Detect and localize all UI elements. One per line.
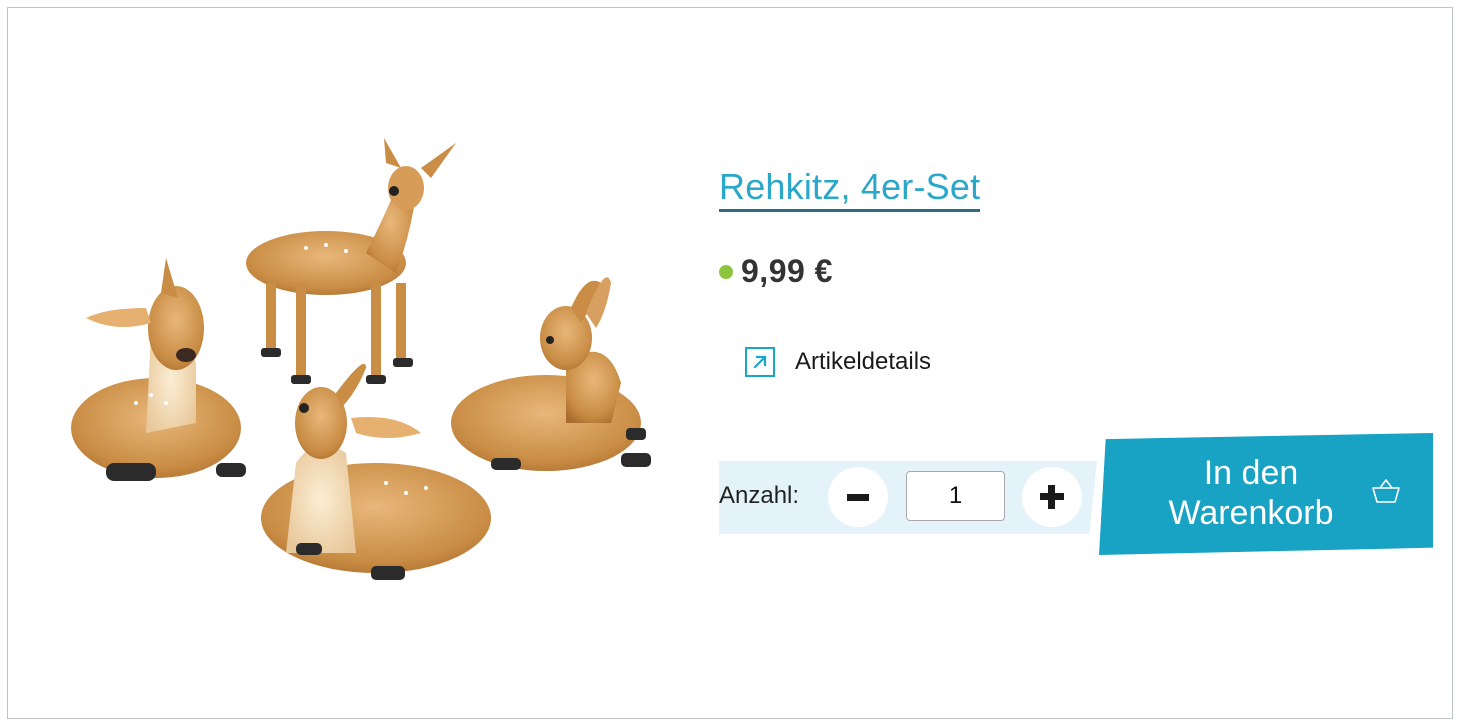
minus-icon (847, 494, 869, 501)
fawn-standing (246, 138, 456, 384)
article-details-label: Artikeldetails (795, 348, 932, 375)
quantity-increase-button[interactable] (1022, 467, 1082, 527)
basket-icon (1372, 479, 1400, 503)
product-card: Rehkitz, 4er-Set 9,99 € Artikeldetails A… (7, 7, 1453, 719)
add-to-cart-label: In den Warenkorb (1145, 453, 1357, 533)
stock-indicator-dot (719, 264, 733, 279)
add-to-cart-button[interactable]: In den Warenkorb (1099, 433, 1433, 555)
quantity-input[interactable] (906, 471, 1005, 521)
plus-icon (1040, 485, 1064, 509)
product-image[interactable] (66, 133, 666, 603)
price-row: 9,99 € (719, 253, 833, 290)
add-to-cart-label-line1: In den (1203, 454, 1299, 492)
quantity-label: Anzahl: (719, 482, 800, 509)
external-link-icon (745, 347, 775, 377)
product-title-link[interactable]: Rehkitz, 4er-Set (719, 167, 981, 212)
fawn-front (261, 363, 491, 580)
fawn-right (451, 277, 651, 471)
article-details-link[interactable]: Artikeldetails (745, 347, 931, 377)
add-to-cart-label-line2: Warenkorb (1168, 494, 1334, 532)
quantity-decrease-button[interactable] (828, 467, 888, 527)
product-price: 9,99 € (741, 253, 833, 289)
fawn-left (71, 258, 246, 481)
